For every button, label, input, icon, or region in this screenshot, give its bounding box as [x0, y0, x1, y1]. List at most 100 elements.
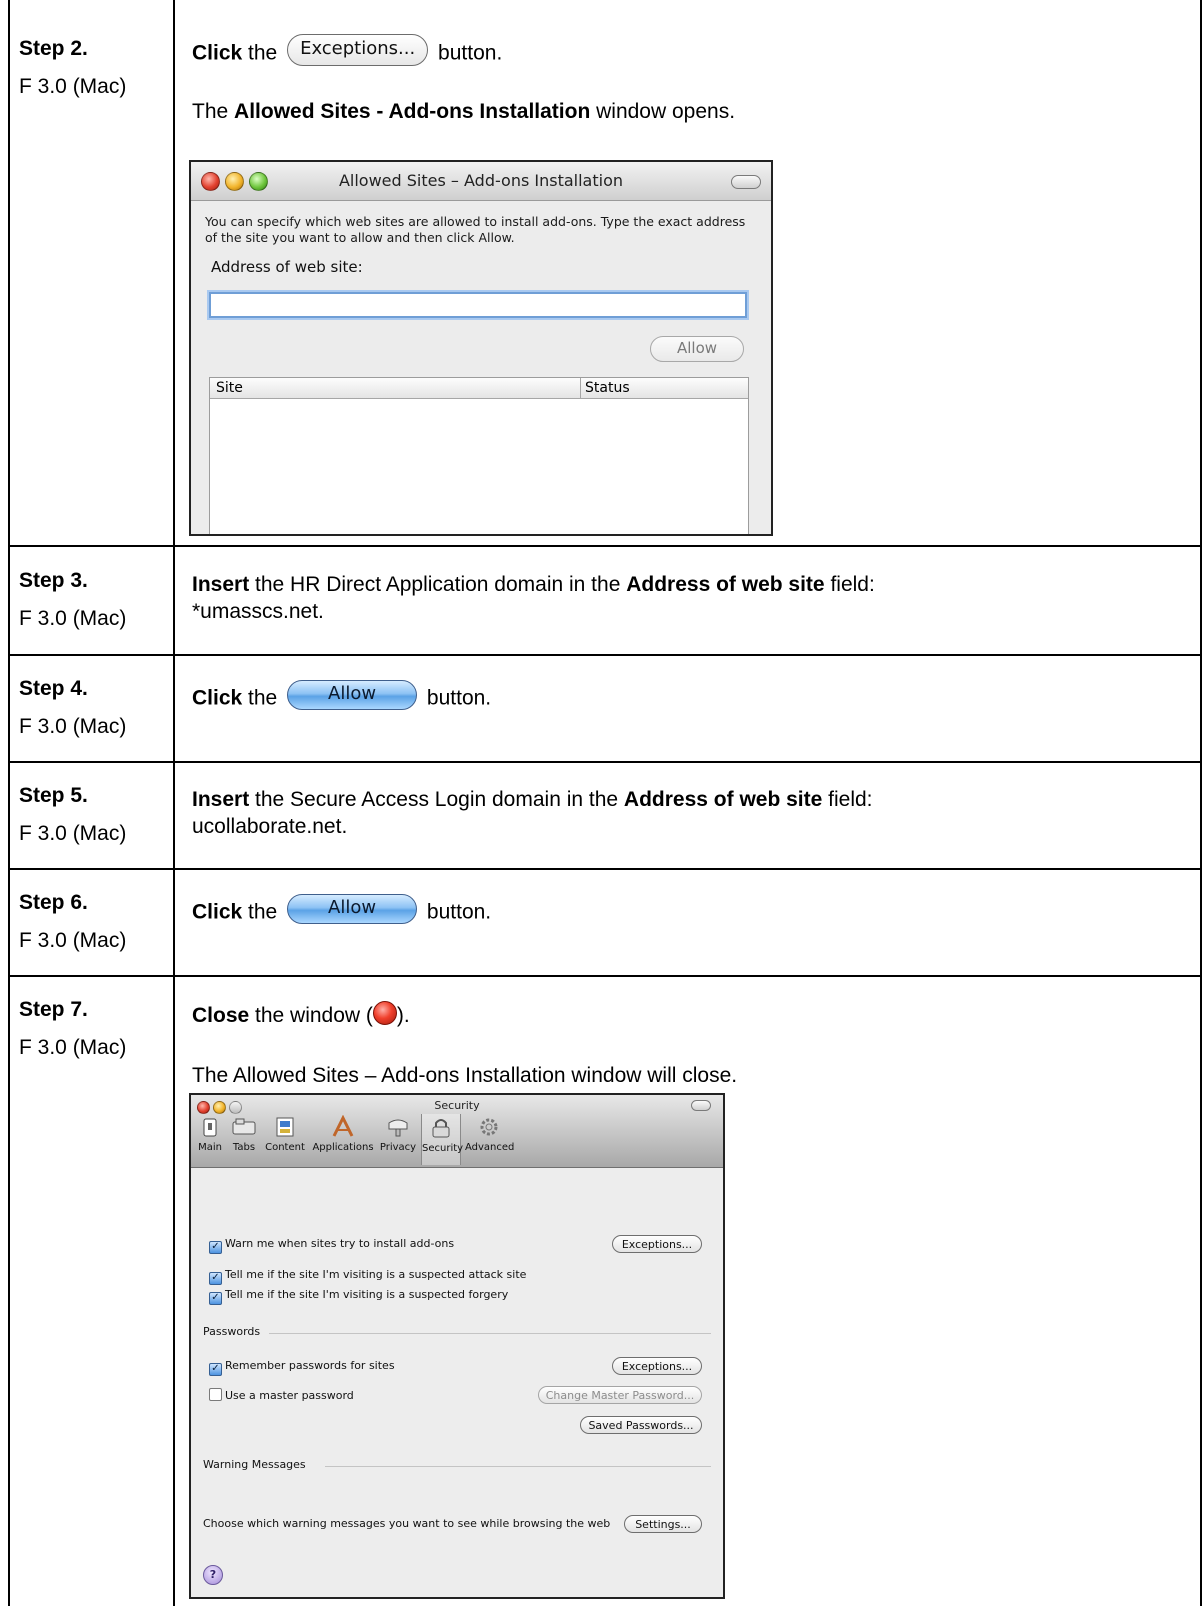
instruction-text: the Secure Access Login domain in the: [249, 788, 624, 811]
remember-passwords-option[interactable]: ✓ Remember passwords for sites: [209, 1359, 395, 1376]
field-name: Address of web site: [623, 788, 823, 811]
close-button-icon: [372, 1001, 397, 1026]
step-cell: Step 6. F 3.0 (Mac): [19, 888, 174, 956]
step3-instruction: Insert the HR Direct Application domain …: [192, 571, 1182, 625]
instruction-text: the HR Direct Application domain in the: [249, 573, 627, 596]
instruction-text: window opens.: [590, 100, 736, 123]
action-verb: Close: [192, 1004, 250, 1027]
action-verb: Click: [192, 900, 243, 924]
row-divider: [8, 545, 1202, 547]
step-label: Step 3.: [19, 569, 88, 592]
domain-value: *umasscs.net.: [192, 600, 324, 623]
step-cell: Step 4. F 3.0 (Mac): [19, 674, 174, 742]
action-verb: Insert: [192, 788, 250, 811]
instruction-text: the: [242, 686, 284, 710]
step-version: F 3.0 (Mac): [19, 929, 127, 952]
tab-label: Content: [265, 1142, 305, 1153]
password-exceptions-button[interactable]: Exceptions...: [612, 1357, 702, 1375]
step-cell: Step 5. F 3.0 (Mac): [19, 781, 174, 849]
allow-button-illustration: Allow: [287, 894, 418, 924]
lock-icon: [432, 1119, 450, 1138]
row-divider: [8, 761, 1202, 763]
option-label: Remember passwords for sites: [225, 1359, 395, 1372]
column-header-site[interactable]: Site: [216, 378, 243, 398]
section-title: Warning Messages: [203, 1458, 306, 1471]
tab-tabs[interactable]: Tabs: [229, 1115, 259, 1153]
instruction-text: button.: [432, 41, 503, 65]
applications-icon: [332, 1115, 354, 1137]
tab-main[interactable]: Main: [197, 1115, 223, 1153]
step-label: Step 5.: [19, 784, 88, 807]
warn-addons-option[interactable]: ✓ Warn me when sites try to install add-o…: [209, 1237, 454, 1254]
checkbox-checked[interactable]: ✓: [209, 1241, 222, 1254]
tab-security[interactable]: Security: [421, 1114, 464, 1165]
domain-value: ucollaborate.net.: [192, 815, 348, 838]
tab-content[interactable]: Content: [263, 1115, 307, 1153]
instruction-text: field:: [822, 788, 873, 811]
saved-passwords-button[interactable]: Saved Passwords...: [580, 1416, 702, 1434]
change-master-password-button[interactable]: Change Master Password...: [538, 1386, 702, 1404]
tab-advanced[interactable]: Advanced: [465, 1115, 514, 1153]
tabs-icon: [232, 1118, 256, 1135]
step-cell: Step 7. F 3.0 (Mac): [19, 995, 174, 1063]
step-cell: Step 3. F 3.0 (Mac): [19, 566, 174, 634]
step-version: F 3.0 (Mac): [19, 715, 127, 738]
action-verb: Insert: [192, 573, 250, 596]
instruction-text: button.: [421, 900, 492, 924]
checkbox-checked[interactable]: ✓: [209, 1292, 222, 1305]
step-version: F 3.0 (Mac): [19, 607, 127, 630]
checkbox-checked[interactable]: ✓: [209, 1363, 222, 1376]
passwords-section-heading: Passwords: [203, 1325, 711, 1338]
option-label: Warn me when sites try to install add-on…: [225, 1237, 455, 1250]
privacy-mask-icon: [388, 1119, 408, 1137]
sites-table[interactable]: Site Status: [209, 377, 749, 534]
window-name: Allowed Sites - Add-ons Installation: [234, 100, 591, 123]
checkbox-unchecked[interactable]: [209, 1388, 222, 1401]
window-toolbar: Security Main Tabs Content Applications …: [191, 1095, 723, 1168]
step7-result: The Allowed Sites – Add-ons Installation…: [192, 1064, 738, 1087]
step-version: F 3.0 (Mac): [19, 822, 127, 845]
row-divider: [8, 868, 1202, 870]
help-icon[interactable]: ?: [203, 1565, 223, 1585]
window-title: Allowed Sites – Add-ons Installation: [338, 171, 624, 190]
step-label: Step 4.: [19, 677, 88, 700]
forgery-option[interactable]: ✓ Tell me if the site I'm visiting is a s…: [209, 1288, 508, 1305]
exceptions-button[interactable]: Exceptions...: [612, 1235, 702, 1253]
instruction-text: field:: [824, 573, 875, 596]
address-input[interactable]: [209, 292, 747, 318]
section-title: Passwords: [203, 1325, 261, 1338]
instruction-text: The: [192, 100, 235, 123]
exceptions-button-illustration: Exceptions...: [287, 34, 429, 66]
option-label: Use a master password: [225, 1389, 354, 1402]
step2-result: The Allowed Sites - Add-ons Installation…: [192, 98, 735, 125]
content-icon: [276, 1117, 294, 1137]
allow-button[interactable]: Allow: [650, 336, 744, 362]
row-divider: [8, 654, 1202, 656]
allowed-sites-window: Allowed Sites – Add-ons Installation You…: [189, 160, 773, 536]
window-titlebar: Allowed Sites – Add-ons Installation: [191, 162, 771, 201]
instruction-table: Step 2. F 3.0 (Mac) Step 3. F 3.0 (Mac) …: [0, 0, 1202, 1606]
tab-applications[interactable]: Applications: [311, 1115, 375, 1153]
toolbar-toggle-icon[interactable]: [691, 1100, 711, 1111]
gear-icon: [480, 1118, 498, 1136]
tab-label: Tabs: [232, 1142, 256, 1153]
master-password-option[interactable]: Use a master password: [209, 1388, 354, 1403]
option-label: Tell me if the site I'm visiting is a su…: [225, 1268, 527, 1281]
tab-label: Security: [422, 1143, 464, 1154]
step-label: Step 2.: [19, 37, 88, 60]
attack-site-option[interactable]: ✓ Tell me if the site I'm visiting is a s…: [209, 1268, 526, 1285]
step5-instruction: Insert the Secure Access Login domain in…: [192, 786, 1182, 840]
tab-privacy[interactable]: Privacy: [379, 1115, 417, 1153]
security-preferences-window: Security Main Tabs Content Applications …: [189, 1093, 725, 1599]
step-version: F 3.0 (Mac): [19, 1036, 127, 1059]
tab-label: Privacy: [379, 1142, 417, 1153]
checkbox-checked[interactable]: ✓: [209, 1272, 222, 1285]
instruction-text: button.: [421, 686, 492, 710]
address-label: Address of web site:: [211, 258, 363, 276]
option-label: Tell me if the site I'm visiting is a su…: [225, 1288, 509, 1301]
toolbar-toggle-icon[interactable]: [731, 175, 761, 189]
settings-button[interactable]: Settings...: [624, 1515, 702, 1533]
step7-instruction: Close the window ().: [192, 1001, 410, 1029]
main-switch-icon: [203, 1118, 217, 1137]
column-header-status[interactable]: Status: [580, 378, 630, 398]
